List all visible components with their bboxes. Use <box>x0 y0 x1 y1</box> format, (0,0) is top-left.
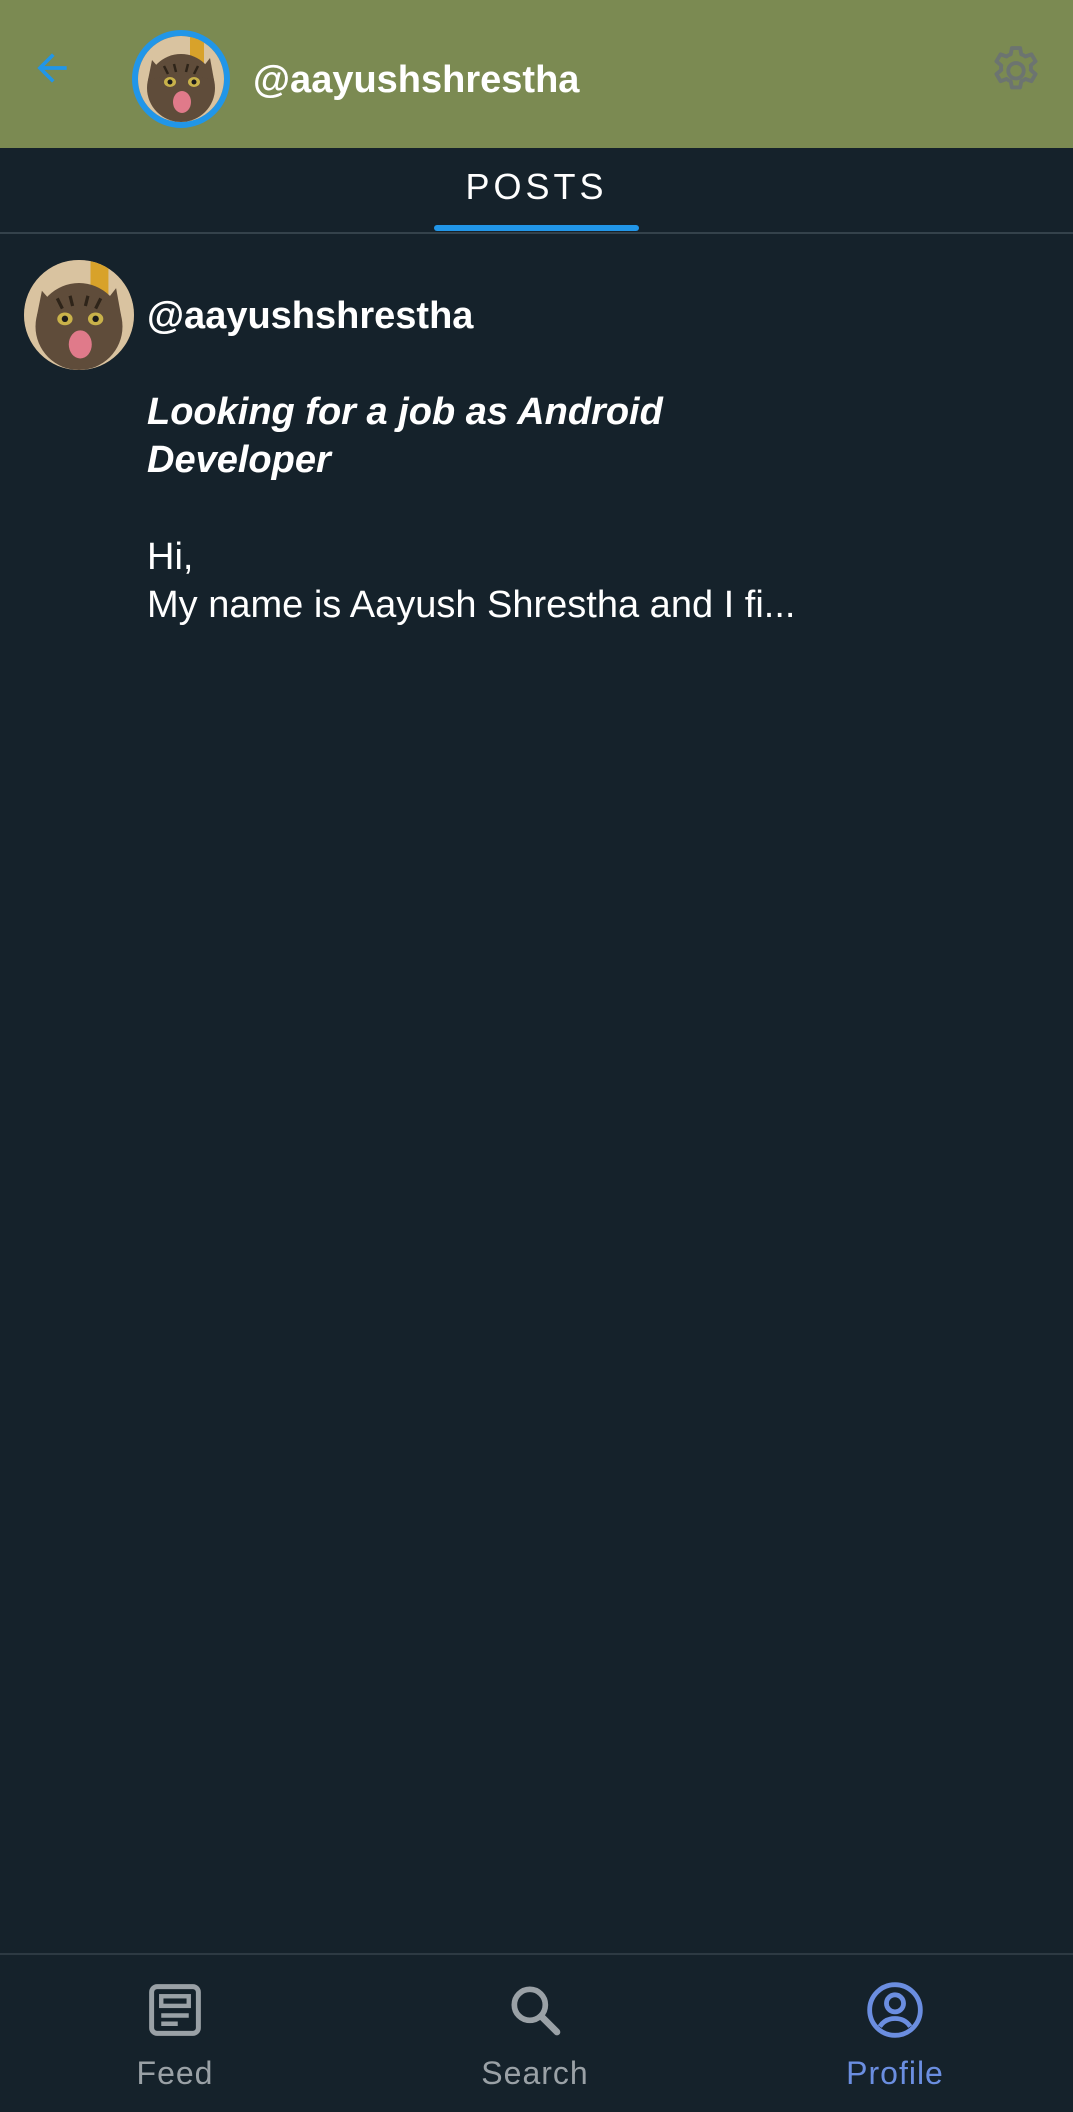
nav-label-profile: Profile <box>846 2055 944 2091</box>
tab-bar: POSTS <box>0 148 1073 234</box>
cat-avatar-image <box>24 260 134 370</box>
post-title: Looking for a job as Android Developer <box>147 391 663 481</box>
post-body: Hi, My name is Aayush Shrestha and I fi.… <box>147 536 796 626</box>
post-username[interactable]: @aayushshrestha <box>147 292 473 340</box>
profile-icon <box>860 1975 930 2045</box>
header-avatar[interactable] <box>132 30 230 128</box>
gear-icon <box>987 42 1045 105</box>
back-button[interactable] <box>22 40 82 100</box>
bottom-navigation: Feed Search Profile <box>0 1953 1073 2112</box>
tab-indicator <box>434 225 639 231</box>
nav-item-search[interactable]: Search <box>425 1975 645 2100</box>
header-username: @aayushshrestha <box>253 59 580 101</box>
post-item[interactable]: @aayushshrestha Looking for a job as And… <box>0 250 1073 650</box>
top-app-bar: @aayushshrestha <box>0 0 1073 148</box>
settings-button[interactable] <box>983 40 1049 106</box>
nav-item-feed[interactable]: Feed <box>65 1975 285 2100</box>
nav-item-profile[interactable]: Profile <box>785 1975 1005 2100</box>
tab-posts[interactable]: POSTS <box>434 148 639 232</box>
tab-posts-label: POSTS <box>465 166 608 207</box>
arrow-left-icon <box>30 46 74 95</box>
search-icon <box>500 1975 570 2045</box>
nav-label-search: Search <box>481 2055 589 2091</box>
feed-icon <box>140 1975 210 2045</box>
nav-label-feed: Feed <box>136 2055 214 2091</box>
post-avatar[interactable] <box>24 260 134 370</box>
cat-avatar-image <box>138 36 224 122</box>
